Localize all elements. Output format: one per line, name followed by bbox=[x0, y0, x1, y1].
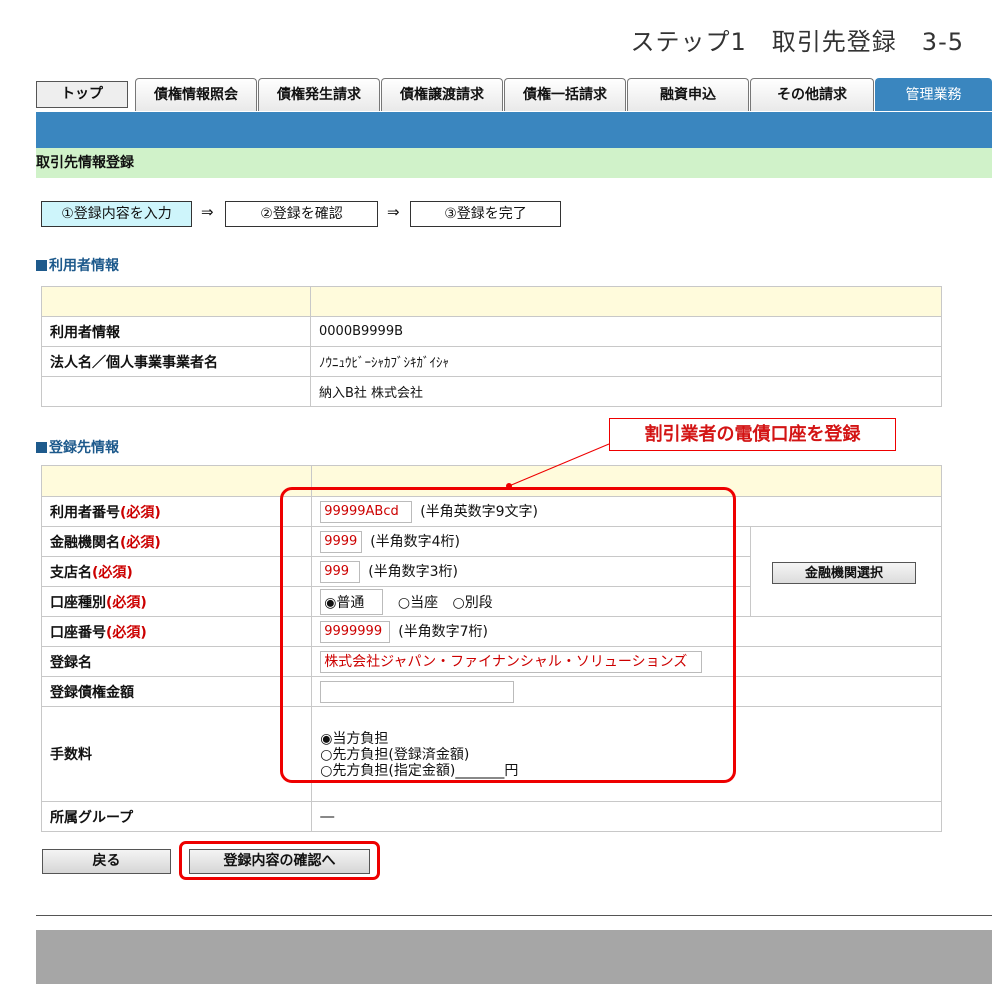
tab-claim-issue[interactable]: 債権発生請求 bbox=[258, 78, 380, 111]
highlight-frame bbox=[179, 841, 380, 880]
tab-claim-transfer[interactable]: 債権譲渡請求 bbox=[381, 78, 503, 111]
required-mark: (必須) bbox=[106, 594, 147, 611]
page-title: 取引先情報登録 bbox=[36, 148, 992, 178]
flow-step-input: ①登録内容を入力 bbox=[41, 201, 192, 227]
flow-step-confirm: ②登録を確認 bbox=[225, 201, 378, 227]
square-icon bbox=[36, 442, 47, 453]
callout-note: 割引業者の電債口座を登録 bbox=[609, 418, 896, 451]
back-button[interactable]: 戻る bbox=[42, 849, 171, 874]
required-mark: (必須) bbox=[120, 534, 161, 551]
required-mark: (必須) bbox=[106, 624, 147, 641]
reg-amount-label: 登録債権金額 bbox=[40, 676, 313, 707]
bank-name-label: 金融機関名 bbox=[50, 534, 120, 551]
square-icon bbox=[36, 260, 47, 271]
tab-claim-inquiry[interactable]: 債権情報照会 bbox=[135, 78, 257, 111]
nav-bar bbox=[36, 112, 992, 148]
step-title: ステップ1 取引先登録 3-5 bbox=[630, 28, 964, 56]
user-number-label: 利用者番号 bbox=[50, 504, 120, 521]
footer-bar bbox=[36, 930, 992, 984]
tab-other-requests[interactable]: その他請求 bbox=[750, 78, 874, 111]
flow-step-complete: ③登録を完了 bbox=[410, 201, 561, 227]
callout-pointer bbox=[506, 443, 610, 489]
corp-name-label: 法人名／個人事業事業者名 bbox=[41, 346, 311, 377]
divider bbox=[36, 915, 992, 916]
tab-claim-bulk[interactable]: 債権一括請求 bbox=[504, 78, 626, 111]
corp-name-value: 納入B社 株式会社 bbox=[310, 376, 942, 407]
reg-name-label: 登録名 bbox=[40, 646, 313, 677]
flow-arrow-icon: ⇒ bbox=[201, 203, 214, 221]
user-info-value: 0000B9999B bbox=[310, 316, 942, 347]
tab-admin[interactable]: 管理業務 bbox=[875, 78, 992, 111]
user-section-title: 利用者情報 bbox=[36, 255, 119, 275]
account-number-label: 口座番号 bbox=[50, 624, 106, 641]
flow-arrow-icon: ⇒ bbox=[387, 203, 400, 221]
bank-select-button[interactable]: 金融機関選択 bbox=[772, 562, 916, 584]
highlight-frame bbox=[280, 487, 736, 783]
required-mark: (必須) bbox=[120, 504, 161, 521]
group-label: 所属グループ bbox=[40, 801, 313, 832]
fee-label: 手数料 bbox=[40, 706, 313, 802]
tab-top[interactable]: トップ bbox=[36, 81, 128, 108]
reg-section-title: 登録先情報 bbox=[36, 437, 119, 457]
corp-name-kana: ﾉｳﾆｭｳﾋﾞｰｼｬｶﾌﾞｼｷｶﾞｲｼｬ bbox=[310, 346, 942, 377]
user-info-label: 利用者情報 bbox=[41, 316, 311, 347]
account-type-label: 口座種別 bbox=[50, 594, 106, 611]
main-nav-tabs: トップ 債権情報照会 債権発生請求 債権譲渡請求 債権一括請求 融資申込 その他… bbox=[36, 78, 992, 112]
user-info-table: 利用者情報 0000B9999B 法人名／個人事業事業者名 ﾉｳﾆｭｳﾋﾞｰｼｬ… bbox=[41, 286, 942, 407]
branch-label: 支店名 bbox=[50, 564, 92, 581]
tab-loan[interactable]: 融資申込 bbox=[627, 78, 749, 111]
group-value: ― bbox=[311, 801, 942, 832]
required-mark: (必須) bbox=[92, 564, 133, 581]
